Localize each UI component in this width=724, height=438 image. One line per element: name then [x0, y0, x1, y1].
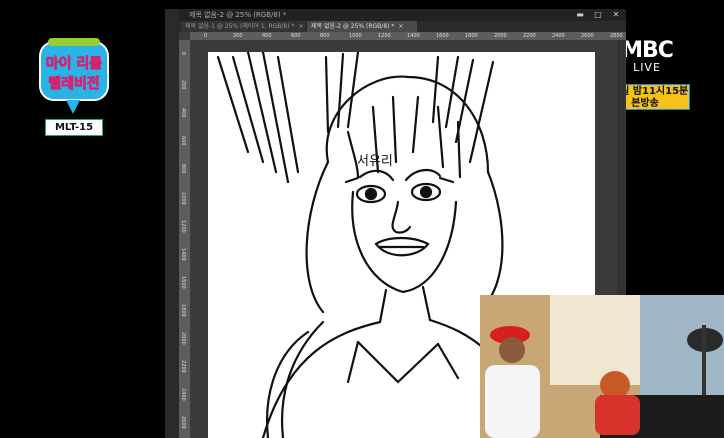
ruler-tick-label: 1800 [465, 33, 478, 39]
show-logo-line1: 마이 리틀 [46, 55, 103, 72]
vertical-scrollbar[interactable] [617, 40, 625, 295]
ruler-tick-label: 2600 [180, 416, 186, 429]
close-button[interactable]: ✕ [610, 9, 622, 21]
minimize-button[interactable]: ▬ [574, 9, 586, 21]
ruler-tick-label: 400 [262, 33, 272, 39]
show-logo-line2: 텔레비전 [48, 75, 100, 92]
window-title: 제목 없음-2 @ 25% (RGB/8) * [189, 11, 287, 19]
ruler-tick-label: 1200 [378, 33, 391, 39]
ruler-tick-label: 2000 [180, 332, 186, 345]
ruler-tick-label: 2400 [552, 33, 565, 39]
show-logo: 마이 리틀 텔레비전 [36, 36, 112, 118]
ruler-tick-label: 200 [233, 33, 243, 39]
ruler-tick-label: 2600 [581, 33, 594, 39]
horizontal-ruler: 0 200 400 600 800 1000 1200 1400 1600 1800 2000 220… [190, 32, 626, 40]
ruler-tick-label: 2200 [523, 33, 536, 39]
ruler-tick-label: 1600 [180, 276, 186, 289]
tab-document-2[interactable]: 제목 없음-2 @ 25% (RGB/8) * × [307, 21, 417, 32]
tab-label: 제목 없음-1 @ 25% (레이어 1, RGB/8) * [185, 23, 295, 30]
drawing-name-text: 서유리 [357, 154, 393, 169]
title-bar[interactable]: 제목 없음-2 @ 25% (RGB/8) * ▬ □ ✕ [179, 9, 626, 21]
tab-close-icon[interactable]: × [299, 23, 304, 30]
window-controls: ▬ □ ✕ [574, 9, 622, 21]
ruler-tick-label: 1400 [180, 248, 186, 261]
ruler-tick-label: 1800 [180, 304, 186, 317]
episode-badge: MLT-15 [45, 119, 103, 136]
ruler-tick-label: 800 [180, 164, 186, 174]
ruler-tick-label: 600 [291, 33, 301, 39]
ruler-tick-label: 2800 [610, 33, 623, 39]
tab-close-icon[interactable]: × [398, 23, 403, 30]
ruler-tick-label: 0 [204, 33, 208, 39]
document-tabs: 제목 없음-1 @ 25% (레이어 1, RGB/8) * × 제목 없음-2 … [179, 21, 626, 32]
ruler-tick-label: 600 [180, 136, 186, 146]
ruler-tick-label: 400 [180, 108, 186, 118]
vertical-ruler: 0 200 400 600 800 1000 1200 1400 1600 1800 2000 220… [179, 40, 190, 438]
tab-document-1[interactable]: 제목 없음-1 @ 25% (레이어 1, RGB/8) * × [181, 21, 305, 32]
ruler-tick-label: 2400 [180, 388, 186, 401]
ruler-tick-label: 200 [180, 80, 186, 90]
ruler-tick-label: 2000 [494, 33, 507, 39]
camera-inset [480, 295, 724, 438]
ruler-tick-label: 1000 [349, 33, 362, 39]
ruler-tick-label: 1000 [180, 192, 186, 205]
tab-label: 제목 없음-2 @ 25% (RGB/8) * [311, 23, 395, 30]
ruler-tick-label: 1200 [180, 220, 186, 233]
ruler-tick-label: 1400 [407, 33, 420, 39]
ruler-tick-label: 1600 [436, 33, 449, 39]
ruler-tick-label: 800 [320, 33, 330, 39]
restore-button[interactable]: □ [592, 9, 604, 21]
ruler-tick-label: 2200 [180, 360, 186, 373]
tools-panel[interactable] [165, 9, 179, 438]
ruler-tick-label: 0 [180, 52, 186, 56]
